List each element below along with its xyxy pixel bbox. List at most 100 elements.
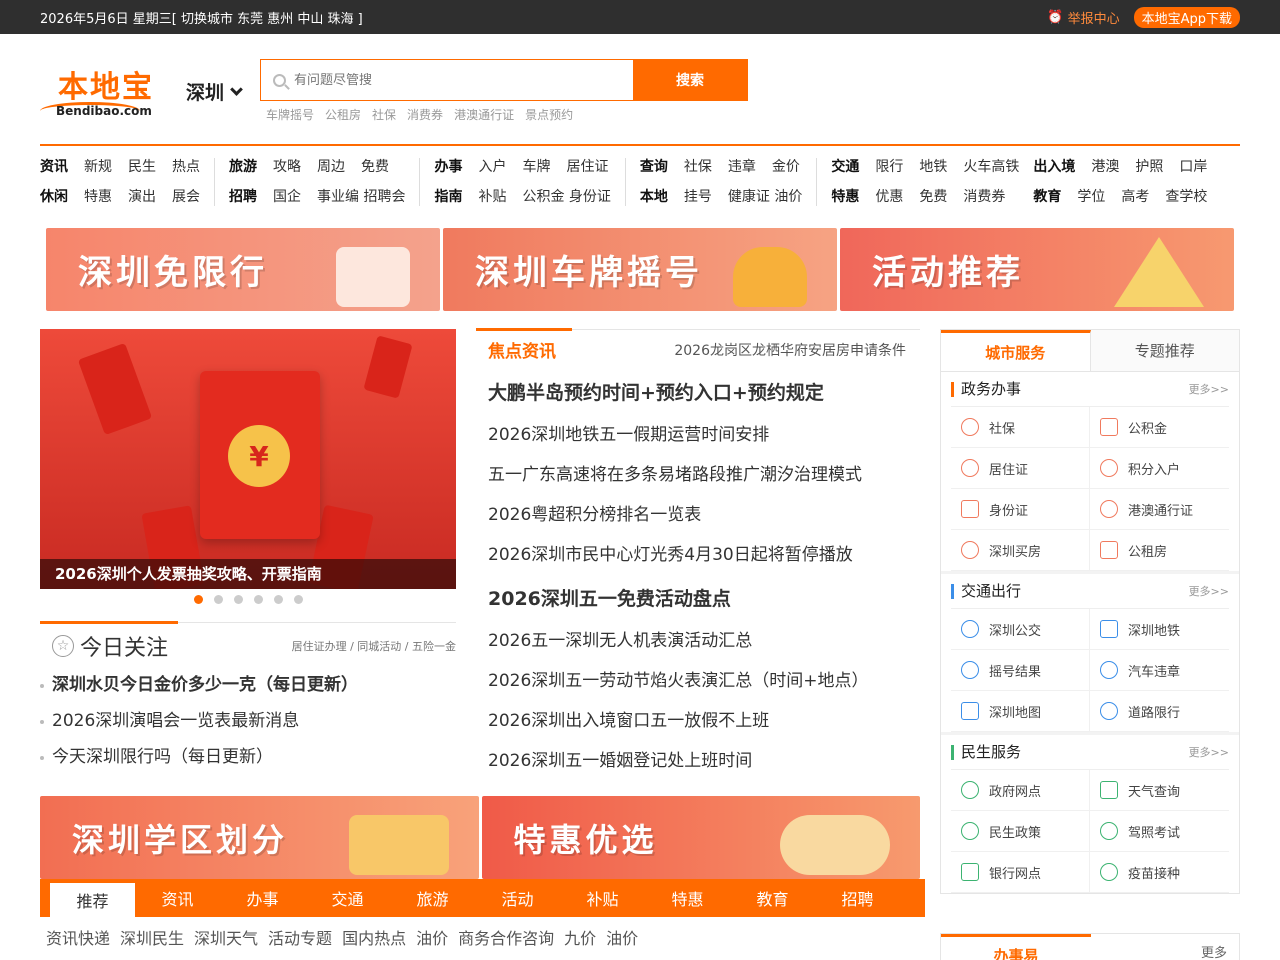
nav-link[interactable]: 攻略 <box>273 158 301 176</box>
nav-link[interactable]: 补贴 <box>478 188 506 206</box>
nav-link[interactable]: 查学校 <box>1165 188 1207 206</box>
nav-category[interactable]: 旅游 <box>229 158 257 176</box>
category-tab[interactable]: 补贴 <box>560 879 645 917</box>
nav-link[interactable]: 新规 <box>84 158 112 176</box>
more-link[interactable]: 更多>> <box>1189 583 1229 599</box>
report-center-link[interactable]: ⏰ 举报中心 <box>1047 8 1119 27</box>
nav-link[interactable]: 社保 <box>684 158 712 176</box>
service-item[interactable]: 港澳通行证 <box>1090 489 1229 530</box>
banner-license-lottery[interactable]: 深圳车牌摇号 <box>443 228 837 311</box>
category-tab[interactable]: 特惠 <box>645 879 730 917</box>
list-item[interactable]: 深圳水贝今日金价多少一克（每日更新） <box>40 667 456 703</box>
news-item[interactable]: 2026深圳五一免费活动盘点 <box>488 575 920 621</box>
nav-category[interactable]: 资讯 <box>40 158 68 176</box>
sub-link[interactable]: 深圳民生 <box>120 925 184 949</box>
nav-link[interactable]: 免费 <box>361 158 389 176</box>
nav-link[interactable]: 护照 <box>1135 158 1163 176</box>
news-item[interactable]: 2026深圳五一劳动节焰火表演汇总（时间+地点） <box>488 661 920 701</box>
slider-dot[interactable] <box>273 595 283 604</box>
more-link[interactable]: 更多 <box>1091 934 1239 960</box>
nav-category[interactable]: 指南 <box>434 188 462 206</box>
nav-link[interactable]: 地铁 <box>919 158 947 176</box>
tab-service-easy[interactable]: 办事易 <box>941 934 1091 960</box>
news-item[interactable]: 2026深圳地铁五一假期运营时间安排 <box>488 415 920 455</box>
nav-link[interactable]: 居住证 <box>566 158 608 176</box>
hotword-link[interactable]: 景点预约 <box>525 106 573 123</box>
nav-link[interactable]: 演出 <box>128 188 156 206</box>
nav-link[interactable]: 民生 <box>128 158 156 176</box>
news-item[interactable]: 2026深圳出入境窗口五一放假不上班 <box>488 701 920 741</box>
service-item[interactable]: 居住证 <box>951 448 1090 489</box>
service-item[interactable]: 公积金 <box>1090 407 1229 448</box>
sub-link[interactable]: 商务合作咨询 <box>458 925 554 949</box>
service-item[interactable]: 银行网点 <box>951 852 1090 893</box>
hotword-link[interactable]: 公租房 <box>325 106 361 123</box>
city-selector[interactable]: 深圳 <box>186 78 243 105</box>
sub-link[interactable]: 油价 <box>416 925 448 949</box>
nav-link[interactable]: 国企 <box>273 188 301 206</box>
service-item[interactable]: 摇号结果 <box>951 650 1090 691</box>
slider-dot[interactable] <box>293 595 303 604</box>
app-download-button[interactable]: 本地宝App下载 <box>1133 6 1240 28</box>
news-item[interactable]: 2026粤超积分榜排名一览表 <box>488 495 920 535</box>
service-item[interactable]: 社保 <box>951 407 1090 448</box>
news-headline-link[interactable]: 2026龙岗区龙栖华府安居房申请条件 <box>674 340 906 360</box>
nav-category[interactable]: 本地 <box>640 188 668 206</box>
service-item[interactable]: 公租房 <box>1090 530 1229 571</box>
site-logo[interactable]: 本地宝 Bendibao.com <box>40 62 170 118</box>
service-item[interactable]: 身份证 <box>951 489 1090 530</box>
nav-link[interactable]: 港澳 <box>1091 158 1119 176</box>
nav-link[interactable]: 学位 <box>1077 188 1105 206</box>
nav-category[interactable]: 查询 <box>640 158 668 176</box>
service-item[interactable]: 汽车违章 <box>1090 650 1229 691</box>
category-tab[interactable]: 交通 <box>305 879 390 917</box>
nav-link[interactable]: 消费券 <box>963 188 1005 206</box>
service-item[interactable]: 天气查询 <box>1090 770 1229 811</box>
nav-category[interactable]: 出入境 <box>1033 158 1075 176</box>
search-input[interactable] <box>294 72 594 88</box>
hotword-link[interactable]: 车牌摇号 <box>266 106 314 123</box>
search-button[interactable]: 搜索 <box>633 60 747 100</box>
news-item[interactable]: 2026五一深圳无人机表演活动汇总 <box>488 621 920 661</box>
tab-city-services[interactable]: 城市服务 <box>941 330 1091 371</box>
nav-link[interactable]: 高考 <box>1121 188 1149 206</box>
list-item[interactable]: 今天深圳限行吗（每日更新） <box>40 739 456 775</box>
nav-link[interactable]: 限行 <box>875 158 903 176</box>
hotword-link[interactable]: 消费券 <box>407 106 443 123</box>
category-tab[interactable]: 教育 <box>730 879 815 917</box>
category-tab[interactable]: 活动 <box>475 879 560 917</box>
sub-link[interactable]: 深圳天气 <box>194 925 258 949</box>
slider-dot[interactable] <box>253 595 263 604</box>
list-item[interactable]: 2026深圳演唱会一览表最新消息 <box>40 703 456 739</box>
nav-link[interactable]: 周边 <box>317 158 345 176</box>
nav-link[interactable]: 车牌 <box>522 158 550 176</box>
sub-link[interactable]: 活动专题 <box>268 925 332 949</box>
nav-link[interactable]: 金价 <box>772 158 800 176</box>
nav-category[interactable]: 办事 <box>434 158 462 176</box>
nav-category[interactable]: 教育 <box>1033 188 1061 206</box>
nav-link[interactable]: 违章 <box>728 158 756 176</box>
hotword-link[interactable]: 港澳通行证 <box>454 106 514 123</box>
hotword-link[interactable]: 社保 <box>372 106 396 123</box>
nav-link[interactable]: 火车高铁 <box>963 158 1019 176</box>
more-link[interactable]: 更多>> <box>1189 744 1229 760</box>
news-item[interactable]: 大鹏半岛预约时间+预约入口+预约规定 <box>488 369 920 415</box>
nav-link[interactable]: 公积金 身份证 <box>522 188 610 206</box>
service-item[interactable]: 道路限行 <box>1090 691 1229 732</box>
service-item[interactable]: 深圳买房 <box>951 530 1090 571</box>
service-item[interactable]: 深圳公交 <box>951 609 1090 650</box>
category-tab[interactable]: 推荐 <box>50 883 135 917</box>
nav-link[interactable]: 事业编 招聘会 <box>317 188 405 206</box>
service-item[interactable]: 深圳地图 <box>951 691 1090 732</box>
more-link[interactable]: 更多>> <box>1189 381 1229 397</box>
news-item[interactable]: 五一广东高速将在多条易堵路段推广潮汐治理模式 <box>488 455 920 495</box>
banner-special-offers[interactable]: 特惠优选 <box>481 796 920 879</box>
nav-link[interactable]: 特惠 <box>84 188 112 206</box>
nav-category[interactable]: 休闲 <box>40 188 68 206</box>
nav-link[interactable]: 展会 <box>172 188 200 206</box>
service-item[interactable]: 政府网点 <box>951 770 1090 811</box>
nav-link[interactable]: 热点 <box>172 158 200 176</box>
news-item[interactable]: 2026深圳市民中心灯光秀4月30日起将暂停播放 <box>488 535 920 575</box>
image-slider[interactable]: ¥ 2026深圳个人发票抽奖攻略、开票指南 <box>40 329 456 589</box>
service-item[interactable]: 民生政策 <box>951 811 1090 852</box>
